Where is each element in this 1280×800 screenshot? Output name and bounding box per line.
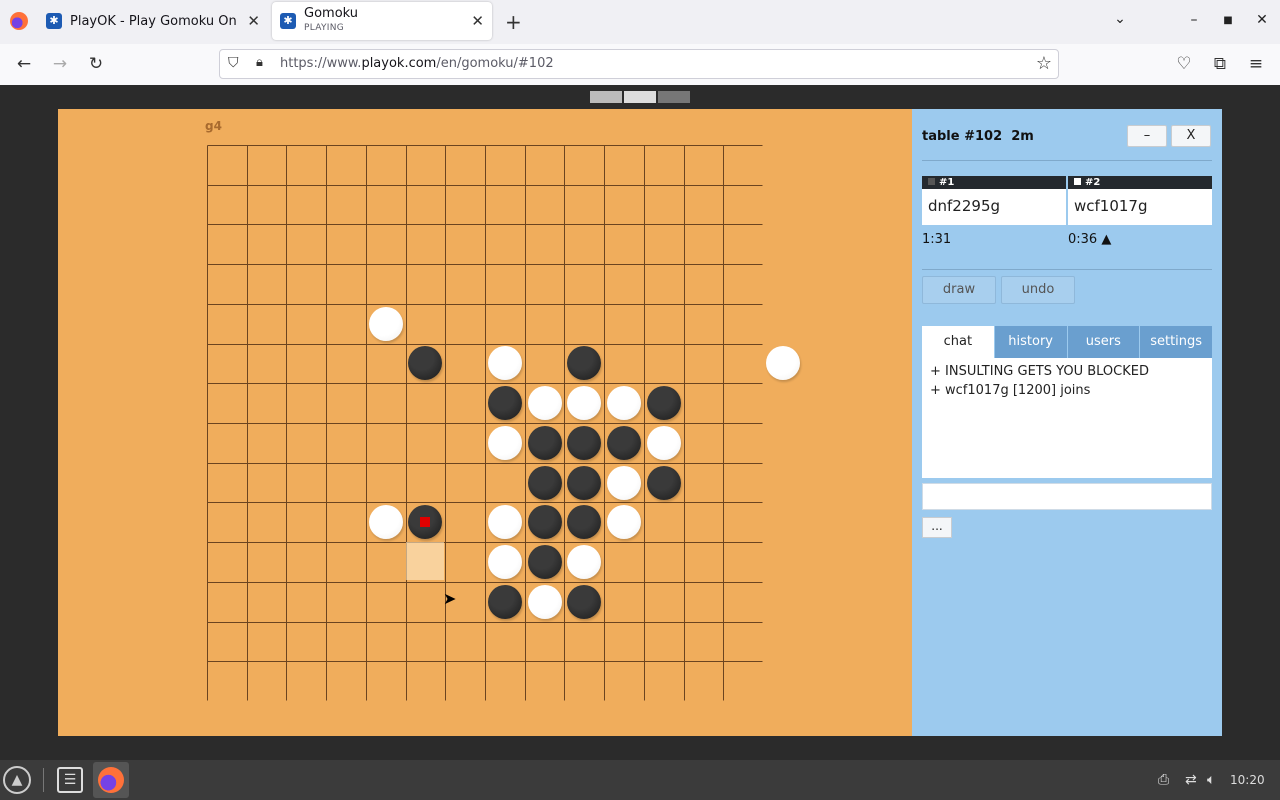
firefox-icon bbox=[98, 767, 124, 793]
close-table-button[interactable]: X bbox=[1171, 125, 1211, 147]
os-taskbar: ▲ ☰ ⎙ ⇄ 🔈︎ 10:20 bbox=[0, 760, 1280, 800]
lock-icon[interactable]: 🔒︎ bbox=[256, 55, 263, 70]
tab-gomoku[interactable]: ✱ Gomoku PLAYING ✕ bbox=[272, 2, 492, 40]
player-name: wcf1017g bbox=[1074, 197, 1148, 215]
back-arrow-icon[interactable]: ← bbox=[13, 54, 35, 74]
menu-hamburger-icon[interactable]: ≡ bbox=[1245, 54, 1267, 74]
address-bar[interactable]: ⛉ 🔒︎ https://www.playok.com/en/gomoku/#1… bbox=[219, 49, 1059, 79]
seat-label: #1 bbox=[939, 177, 955, 188]
tab-playok[interactable]: ✱ PlayOK - Play Gomoku Online ✕ bbox=[46, 2, 268, 40]
playok-favicon-icon: ✱ bbox=[280, 13, 296, 29]
last-move-marker bbox=[420, 517, 431, 528]
chat-line: + wcf1017g [1200] joins bbox=[930, 383, 1091, 398]
black-stone bbox=[527, 545, 562, 579]
white-stone bbox=[607, 386, 641, 421]
app-launcher-icon[interactable]: ▲ bbox=[3, 766, 31, 794]
minimize-window-button[interactable]: – bbox=[1184, 12, 1204, 28]
black-stone bbox=[487, 386, 522, 421]
navigation-bar: ← → ↻ ⛉ 🔒︎ https://www.playok.com/en/gom… bbox=[0, 44, 1280, 86]
chat-log: + INSULTING GETS YOU BLOCKED + wcf1017g … bbox=[922, 358, 1212, 478]
minimize-table-button[interactable]: – bbox=[1127, 125, 1167, 147]
tab-title: Gomoku bbox=[304, 6, 359, 21]
player-seat-1[interactable]: #1 dnf2295g bbox=[922, 176, 1066, 225]
white-stone bbox=[607, 465, 641, 500]
undo-button[interactable]: undo bbox=[1001, 276, 1075, 304]
cursor-coordinate-label: g4 bbox=[205, 119, 222, 133]
black-seat-icon bbox=[928, 178, 935, 185]
game-area: g4 ➤ bbox=[58, 109, 912, 736]
white-stone bbox=[487, 425, 522, 460]
white-stone bbox=[487, 505, 522, 540]
tab-chat[interactable]: chat bbox=[922, 326, 994, 358]
black-stone bbox=[527, 425, 562, 460]
bookmark-star-icon[interactable]: ☆ bbox=[1036, 53, 1052, 74]
black-stone bbox=[646, 465, 681, 500]
white-stone bbox=[368, 306, 403, 341]
white-seat-icon bbox=[1074, 178, 1081, 185]
volume-icon[interactable]: 🔈︎ bbox=[1207, 772, 1215, 788]
close-tab-icon[interactable]: ✕ bbox=[471, 12, 484, 30]
panel-tabs: chat history users settings bbox=[922, 326, 1212, 358]
maximize-window-button[interactable]: ■ bbox=[1218, 15, 1238, 26]
tab-settings[interactable]: settings bbox=[1140, 326, 1212, 358]
white-stone bbox=[487, 545, 522, 579]
seat-label: #2 bbox=[1085, 177, 1101, 188]
black-stone bbox=[607, 425, 641, 460]
black-stone bbox=[527, 465, 562, 500]
close-tab-icon[interactable]: ✕ bbox=[247, 12, 260, 30]
chat-line: + INSULTING GETS YOU BLOCKED bbox=[930, 364, 1149, 379]
list-all-tabs-icon[interactable]: ⌄ bbox=[1110, 11, 1130, 27]
player-seat-2[interactable]: #2 wcf1017g bbox=[1068, 176, 1212, 225]
divider bbox=[922, 269, 1212, 270]
extensions-icon[interactable]: ⧉ bbox=[1209, 54, 1231, 74]
reload-icon[interactable]: ↻ bbox=[85, 54, 107, 74]
tab-users[interactable]: users bbox=[1067, 326, 1140, 358]
black-stone bbox=[567, 425, 602, 460]
black-stone bbox=[527, 505, 562, 540]
firefox-view-icon[interactable] bbox=[10, 12, 28, 30]
black-stone bbox=[567, 584, 602, 619]
tab-title: PlayOK - Play Gomoku Online bbox=[70, 13, 236, 29]
white-stone bbox=[646, 425, 681, 460]
divider bbox=[922, 160, 1212, 161]
table-panel: table #102 2m – X #1 dnf2295g #2 wcf1017… bbox=[912, 109, 1222, 736]
draw-button[interactable]: draw bbox=[922, 276, 996, 304]
player-2-clock: 0:36 ▲ bbox=[1068, 232, 1112, 247]
white-stone bbox=[368, 505, 403, 540]
browser-tab-bar: ✱ PlayOK - Play Gomoku Online ✕ ✱ Gomoku… bbox=[0, 0, 1280, 44]
close-window-button[interactable]: ✕ bbox=[1252, 12, 1272, 28]
board-grid bbox=[207, 145, 763, 701]
black-stone bbox=[646, 386, 681, 421]
playok-favicon-icon: ✱ bbox=[46, 13, 62, 29]
tab-subtitle: PLAYING bbox=[304, 23, 345, 33]
white-stone bbox=[527, 386, 562, 421]
url-text: https://www.playok.com/en/gomoku/#102 bbox=[280, 56, 554, 71]
white-stone bbox=[765, 346, 800, 381]
shield-icon[interactable]: ⛉ bbox=[228, 55, 239, 71]
firefox-taskbar-button[interactable] bbox=[93, 762, 129, 798]
forward-arrow-icon[interactable]: → bbox=[49, 54, 71, 74]
page-content: g4 ➤ table #102 2m – X #1 dnf2295g #2 wc… bbox=[0, 85, 1280, 760]
player-1-clock: 1:31 bbox=[922, 232, 952, 247]
gomoku-board[interactable] bbox=[207, 145, 800, 701]
clock: 10:20 bbox=[1230, 773, 1265, 787]
chat-input[interactable] bbox=[922, 483, 1212, 510]
more-options-button[interactable]: ... bbox=[922, 517, 952, 538]
white-stone bbox=[527, 584, 562, 619]
new-tab-button[interactable]: + bbox=[505, 10, 522, 34]
network-icon[interactable]: ⇄ bbox=[1185, 772, 1197, 788]
hover-cell-highlight bbox=[405, 542, 444, 581]
player-name: dnf2295g bbox=[928, 197, 1001, 215]
loading-indicator bbox=[590, 91, 690, 103]
table-title: table #102 2m bbox=[922, 129, 1034, 144]
tab-history[interactable]: history bbox=[994, 326, 1067, 358]
pocket-icon[interactable]: ♡ bbox=[1173, 54, 1195, 74]
file-manager-icon[interactable]: ☰ bbox=[57, 767, 83, 793]
mouse-pointer-icon: ➤ bbox=[443, 589, 457, 608]
black-stone bbox=[487, 584, 522, 619]
black-stone bbox=[567, 465, 602, 500]
printer-icon[interactable]: ⎙ bbox=[1158, 772, 1169, 788]
